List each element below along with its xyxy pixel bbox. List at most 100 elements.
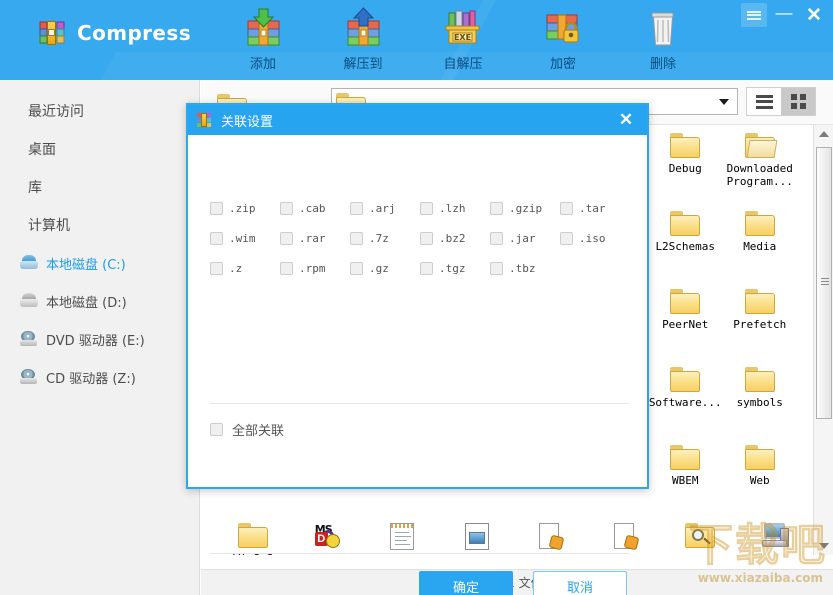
extension-checkbox-gz[interactable]: .gz — [350, 253, 420, 283]
extension-checkbox-7z[interactable]: .7z — [350, 223, 420, 253]
select-all-checkbox[interactable]: 全部关联 — [210, 420, 284, 439]
checkbox[interactable] — [420, 201, 433, 215]
extension-checkbox-rar[interactable]: .rar — [280, 223, 350, 253]
extension-checkbox-z[interactable]: .z — [210, 253, 280, 283]
file-item[interactable]: explorer... — [663, 515, 738, 555]
chevron-down-icon[interactable] — [719, 99, 729, 105]
file-name: Media — [743, 240, 777, 253]
extension-label: .rpm — [299, 261, 326, 275]
minimize-icon[interactable]: — — [771, 3, 797, 27]
scroll-down-arrow-icon[interactable] — [814, 537, 833, 555]
sidebar-item-drive-c[interactable]: 本地磁盘 (C:) — [0, 244, 199, 282]
toolbar-button-delete[interactable]: 删除 — [613, 6, 713, 76]
checkbox[interactable] — [420, 231, 433, 245]
extension-label: .bz2 — [439, 231, 466, 245]
vertical-scrollbar[interactable] — [813, 125, 833, 555]
file-item[interactable]: Downloaded Program... — [723, 125, 798, 203]
file-item[interactable]: Debug — [648, 125, 723, 203]
rar-archive-icon — [196, 112, 212, 128]
main-toolbar: 添加 解压到 EXE 自解压 加密 删除 — [213, 6, 773, 76]
extension-checkbox-tgz[interactable]: .tgz — [420, 253, 490, 283]
checkbox[interactable] — [210, 201, 223, 215]
checkbox[interactable] — [490, 231, 503, 245]
checkbox[interactable] — [210, 423, 223, 436]
toolbar-button-extract-to[interactable]: 解压到 — [313, 6, 413, 76]
extension-checkbox-tar[interactable]: .tar — [560, 193, 630, 223]
checkbox[interactable] — [210, 231, 223, 245]
sidebar-item-recent[interactable]: 最近访问 — [0, 92, 199, 130]
checkbox[interactable] — [560, 231, 573, 245]
file-item[interactable]: 0.log — [365, 515, 440, 555]
file-name: Debug — [668, 162, 702, 175]
file-item[interactable]: control.ini — [514, 515, 589, 555]
checkbox[interactable] — [420, 261, 433, 275]
extract-to-icon — [341, 6, 385, 52]
extension-checkbox-gzip[interactable]: .gzip — [490, 193, 560, 223]
sidebar-item-library[interactable]: 库 — [0, 168, 199, 206]
ok-button[interactable]: 确定 — [419, 571, 513, 595]
grid-view-icon[interactable] — [781, 88, 815, 115]
folder-icon — [744, 445, 775, 470]
sidebar-item-drive-z[interactable]: CD 驱动器 (Z:) — [0, 358, 199, 396]
extension-checkbox-wim[interactable]: .wim — [210, 223, 280, 253]
scrollbar-thumb[interactable] — [816, 147, 832, 419]
list-view-icon[interactable] — [747, 88, 781, 115]
file-item[interactable]: WBEM — [648, 437, 723, 515]
checkbox[interactable] — [490, 201, 503, 215]
extension-checkbox-arj[interactable]: .arj — [350, 193, 420, 223]
extension-checkbox-iso[interactable]: .iso — [560, 223, 630, 253]
extension-checkbox-bz2[interactable]: .bz2 — [420, 223, 490, 253]
file-item[interactable]: PeerNet — [648, 281, 723, 359]
file-item[interactable]: Software... — [648, 359, 723, 437]
checkbox[interactable] — [350, 261, 363, 275]
extension-checkbox-rpm[interactable]: .rpm — [280, 253, 350, 283]
scroll-up-arrow-icon[interactable] — [814, 125, 833, 143]
checkbox[interactable] — [350, 231, 363, 245]
extension-label: .tbz — [509, 261, 536, 275]
checkbox[interactable] — [490, 261, 503, 275]
extension-label: .tgz — [439, 261, 466, 275]
extension-checkbox-tbz[interactable]: .tbz — [490, 253, 560, 283]
file-item[interactable]: L2Schemas — [648, 203, 723, 281]
toolbar-button-add[interactable]: 添加 — [213, 6, 313, 76]
file-item[interactable]: Media — [723, 203, 798, 281]
extension-checkbox-jar[interactable]: .jar — [490, 223, 560, 253]
toolbar-button-encrypt[interactable]: 加密 — [513, 6, 613, 76]
file-item[interactable]: MSD _default... — [291, 515, 366, 555]
file-name: Web — [749, 474, 770, 487]
close-icon[interactable]: ✕ — [801, 3, 827, 27]
checkbox[interactable] — [210, 261, 223, 275]
file-item[interactable]: desktop.ini — [589, 515, 664, 555]
close-icon[interactable]: ✕ — [615, 109, 637, 131]
sidebar-item-computer[interactable]: 计算机 — [0, 206, 199, 244]
checkbox[interactable] — [280, 261, 293, 275]
msdos-pif-icon: MS D — [314, 523, 342, 549]
folder-icon — [744, 367, 775, 392]
extension-checkbox-lzh[interactable]: .lzh — [420, 193, 490, 223]
sidebar-item-desktop[interactable]: 桌面 — [0, 130, 199, 168]
file-name: explorer... — [738, 554, 812, 555]
checkbox[interactable] — [280, 231, 293, 245]
file-name: 0.log — [365, 554, 439, 555]
sidebar-item-drive-d[interactable]: 本地磁盘 (D:) — [0, 282, 199, 320]
cancel-button[interactable]: 取消 — [533, 571, 627, 595]
checkbox[interactable] — [350, 201, 363, 215]
checkbox[interactable] — [280, 201, 293, 215]
file-item[interactable]: explorer... — [738, 515, 813, 555]
hamburger-menu-icon[interactable] — [741, 3, 767, 27]
file-item[interactable]: Prefetch — [723, 281, 798, 359]
sidebar-item-drive-e[interactable]: DVD 驱动器 (E:) — [0, 320, 199, 358]
checkbox[interactable] — [560, 201, 573, 215]
file-item[interactable]: symbols — [723, 359, 798, 437]
hard-disk-icon — [20, 293, 38, 308]
file-item[interactable]: bootstat... — [440, 515, 515, 555]
file-item[interactable]: Web — [723, 437, 798, 515]
folder-icon — [670, 445, 701, 470]
extension-checkbox-zip[interactable]: .zip — [210, 193, 280, 223]
extension-checkbox-cab[interactable]: .cab — [280, 193, 350, 223]
toolbar-button-self-extract[interactable]: EXE 自解压 — [413, 6, 513, 76]
file-item[interactable]: WinSxS — [216, 515, 291, 555]
app-title: Compress — [77, 21, 192, 45]
toolbar-label: 自解压 — [443, 57, 483, 72]
sidebar: 最近访问 桌面 库 计算机 本地磁盘 (C:) 本地磁盘 (D:) DVD 驱动… — [0, 80, 200, 595]
